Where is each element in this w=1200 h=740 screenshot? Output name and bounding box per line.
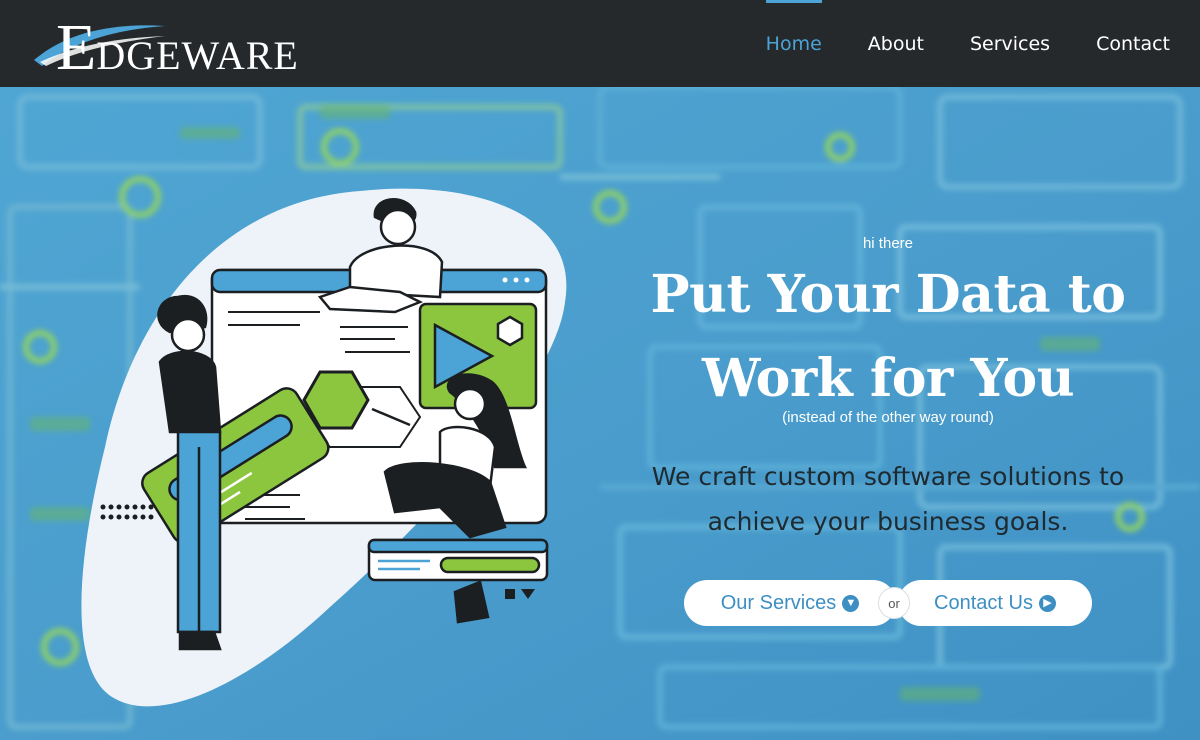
decorative-dots (100, 504, 154, 520)
nav-contact[interactable]: Contact (1073, 0, 1200, 87)
mini-browser-graphic (367, 538, 549, 582)
contact-us-button[interactable]: Contact Us ▶ (898, 580, 1092, 626)
logo-rest: DGEWARE (96, 33, 299, 78)
hero-lead-line1: We craft custom software solutions to (651, 462, 1125, 491)
hero-lead-line2: achieve your business goals. (707, 507, 1069, 536)
person-top-figure (317, 198, 444, 314)
chevron-right-circle-icon: ▶ (1038, 594, 1056, 612)
hero-headline: Put Your Data to Work for You (620, 253, 1156, 421)
team-collaboration-illustration (100, 198, 549, 651)
nav-home[interactable]: Home (743, 0, 845, 87)
hero-sub-note: (instead of the other way round) (782, 409, 994, 426)
hero-cta-group: Our Services ▼ or Contact Us ▶ (684, 580, 1092, 626)
nav-services[interactable]: Services (947, 0, 1073, 87)
hero-headline-line1: Put Your Data to (650, 264, 1126, 325)
contact-us-label: Contact Us (934, 591, 1033, 614)
hero-section: hi there Put Your Data to Work for You (… (0, 87, 1200, 740)
our-services-button[interactable]: Our Services ▼ (684, 580, 896, 626)
our-services-label: Our Services (720, 591, 837, 614)
hero-eyebrow: hi there (862, 235, 914, 252)
main-nav: Home About Services Contact (743, 0, 1200, 87)
top-navigation-bar: EDGEWARE Home About Services Contact (0, 0, 1200, 87)
logo-wordmark: EDGEWARE (56, 15, 299, 81)
logo-initial: E (56, 11, 97, 84)
chevron-down-circle-icon: ▼ (842, 594, 860, 612)
cta-or-divider: or (878, 587, 910, 619)
nav-about[interactable]: About (845, 0, 947, 87)
hero-lead-text: We craft custom software solutions to ac… (620, 454, 1156, 544)
edgeware-logo[interactable]: EDGEWARE (30, 8, 330, 81)
